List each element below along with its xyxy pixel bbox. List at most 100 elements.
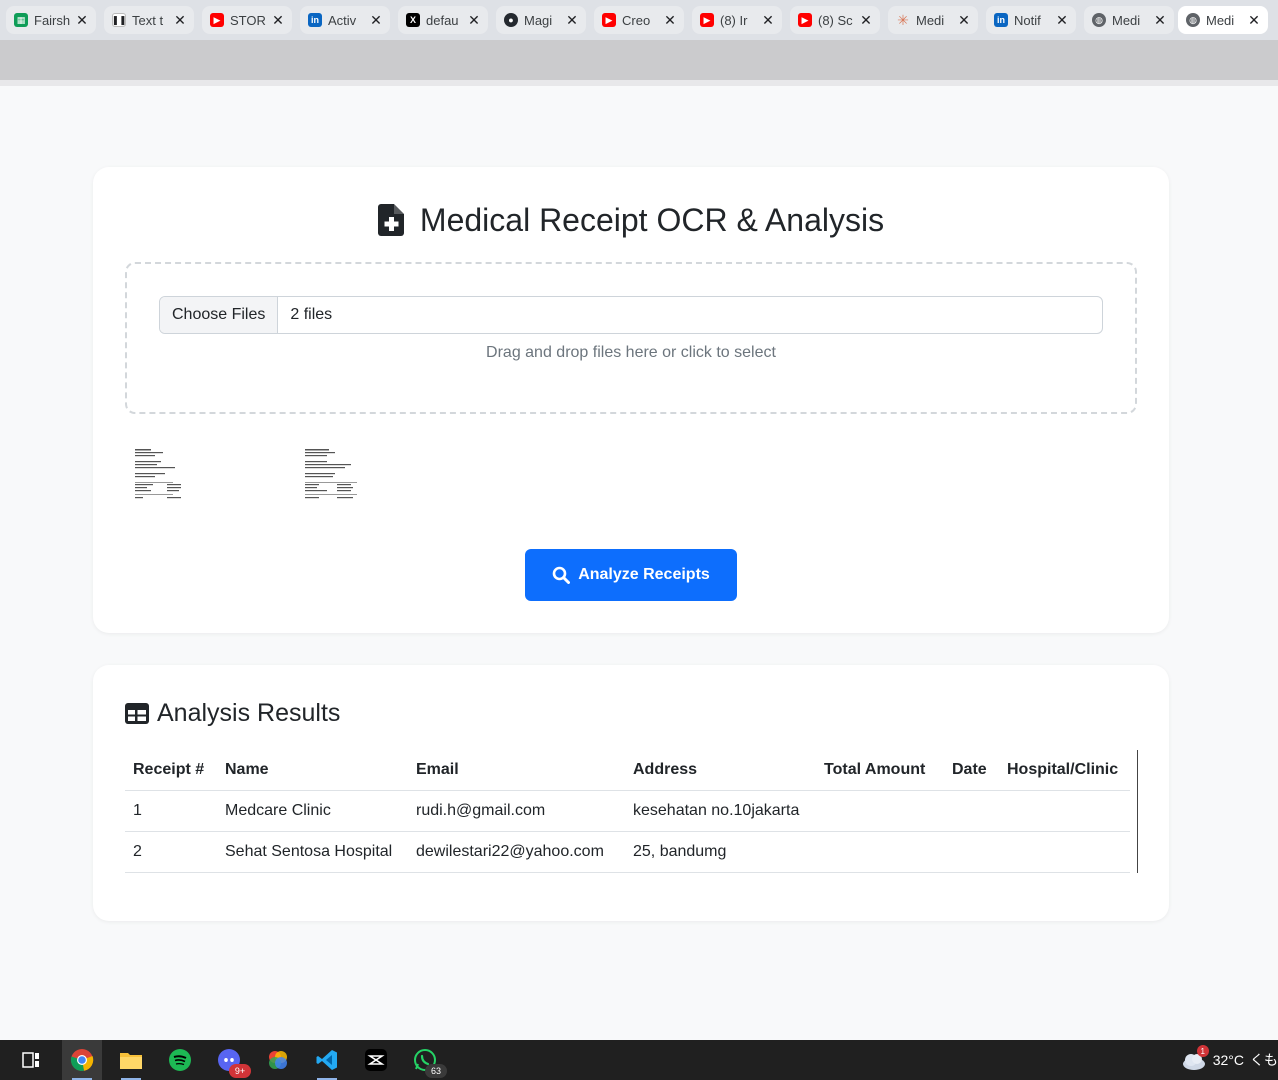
- tab-title: (8) Ir: [720, 12, 748, 28]
- column-header: Name: [217, 750, 408, 791]
- browser-tab[interactable]: in Notif ✕: [986, 6, 1076, 34]
- browser-tab[interactable]: ▶ Creo ✕: [594, 6, 684, 34]
- close-icon[interactable]: ✕: [174, 12, 186, 29]
- close-icon[interactable]: ✕: [468, 12, 480, 29]
- close-icon[interactable]: ✕: [1248, 12, 1260, 29]
- browser-toolbar: [0, 40, 1278, 86]
- table-cell: dewilestari22@yahoo.com: [408, 831, 625, 873]
- photos-icon[interactable]: [264, 1046, 292, 1074]
- system-tray[interactable]: 1 32°C くも: [1181, 1040, 1278, 1080]
- close-icon[interactable]: ✕: [1056, 12, 1068, 29]
- file-medical-icon: [377, 204, 404, 236]
- table-cell: 2: [125, 831, 217, 873]
- table-cell: [944, 790, 999, 832]
- youtube-icon: ▶: [602, 13, 616, 27]
- table-cell: [999, 831, 1130, 873]
- tab-title: Medi: [1112, 12, 1141, 28]
- close-icon[interactable]: ✕: [76, 12, 88, 29]
- receipt-thumbnail: [133, 447, 205, 517]
- browser-tab[interactable]: ◍ Medi ✕: [1084, 6, 1174, 34]
- file-count: 2 files: [290, 306, 333, 323]
- youtube-icon: ▶: [798, 13, 812, 27]
- search-icon: [552, 566, 571, 584]
- browser-tab[interactable]: X defau ✕: [398, 6, 488, 34]
- tab-title: Magi: [524, 12, 553, 28]
- close-icon[interactable]: ✕: [1154, 12, 1166, 29]
- browser-tab[interactable]: ❚❚ Text t ✕: [104, 6, 194, 34]
- whatsapp-badge: 63: [425, 1064, 447, 1078]
- close-icon[interactable]: ✕: [762, 12, 774, 29]
- close-icon[interactable]: ✕: [958, 12, 970, 29]
- file-explorer-icon[interactable]: [117, 1046, 145, 1074]
- table-icon: [125, 702, 149, 724]
- table-cell: [816, 831, 944, 873]
- discord-icon[interactable]: 9+: [215, 1046, 251, 1078]
- pause-icon: ❚❚: [112, 13, 126, 27]
- page-title: Medical Receipt OCR & Analysis: [419, 201, 885, 238]
- close-icon[interactable]: ✕: [566, 12, 578, 29]
- table-cell: rudi.h@gmail.com: [408, 790, 625, 832]
- close-icon[interactable]: ✕: [664, 12, 676, 29]
- weather-text: くも: [1250, 1052, 1278, 1068]
- results-title: Analysis Results: [157, 698, 341, 727]
- table-row: 1 Medcare Clinic rudi.h@gmail.com keseha…: [125, 790, 1130, 832]
- tab-title: STOR: [230, 12, 266, 28]
- browser-tab[interactable]: ✳ Medi ✕: [888, 6, 978, 34]
- task-view-icon[interactable]: [17, 1046, 45, 1074]
- browser-tab[interactable]: ▶ STOR ✕: [202, 6, 292, 34]
- taskbar: 9+ 63 1 32°C くも: [0, 1040, 1278, 1080]
- x-icon: X: [406, 13, 420, 27]
- tab-title: Fairsh: [34, 12, 71, 28]
- table-cell: [944, 831, 999, 873]
- browser-tab[interactable]: in Activ ✕: [300, 6, 390, 34]
- results-table: Receipt # Name Email Address Total Amoun…: [125, 750, 1130, 873]
- vscode-icon[interactable]: [313, 1046, 341, 1074]
- browser-tab[interactable]: ▶ (8) Ir ✕: [692, 6, 782, 34]
- globe-icon: ◍: [1186, 13, 1200, 27]
- weather-alert-badge: 1: [1196, 1045, 1209, 1057]
- table-cell: Medcare Clinic: [217, 790, 408, 832]
- browser-tab[interactable]: ● Magi ✕: [496, 6, 586, 34]
- tab-title: (8) Sc: [818, 12, 853, 28]
- analyze-receipts-button[interactable]: Analyze Receipts: [525, 549, 737, 601]
- drop-hint: Drag and drop files here or click to sel…: [486, 344, 776, 361]
- upload-card: Medical Receipt OCR & Analysis Choose Fi…: [93, 167, 1169, 633]
- youtube-icon: ▶: [210, 13, 224, 27]
- results-table-container[interactable]: Receipt # Name Email Address Total Amoun…: [125, 750, 1138, 873]
- drop-zone[interactable]: Choose Files 2 files Drag and drop files…: [125, 262, 1137, 414]
- tab-title: Activ: [328, 12, 357, 28]
- column-header: Receipt #: [125, 750, 217, 791]
- discord-badge: 9+: [229, 1064, 251, 1078]
- linkedin-icon: in: [994, 13, 1008, 27]
- globe-icon: ◍: [1092, 13, 1106, 27]
- whatsapp-icon[interactable]: 63: [411, 1046, 447, 1078]
- claude-icon: ✳: [897, 13, 909, 27]
- table-header-row: Receipt # Name Email Address Total Amoun…: [125, 750, 1130, 791]
- tab-title: Medi: [916, 12, 945, 28]
- tab-title: Medi: [1206, 12, 1235, 28]
- table-cell: 1: [125, 790, 217, 832]
- tab-title: Creo: [622, 12, 651, 28]
- close-icon[interactable]: ✕: [370, 12, 382, 29]
- capcut-icon[interactable]: [362, 1046, 390, 1074]
- spotify-icon[interactable]: [166, 1046, 194, 1074]
- choose-files-button[interactable]: Choose Files: [160, 297, 279, 333]
- column-header: Email: [408, 750, 625, 791]
- close-icon[interactable]: ✕: [860, 12, 872, 29]
- browser-tab-strip: ▦ Fairsh ✕ ❚❚ Text t ✕ ▶ STOR ✕ in Activ…: [0, 0, 1278, 40]
- linkedin-icon: in: [308, 13, 322, 27]
- browser-tab[interactable]: ▶ (8) Sc ✕: [790, 6, 880, 34]
- temperature: 32°C: [1212, 1052, 1244, 1068]
- table-cell: [999, 790, 1130, 832]
- browser-tab-active[interactable]: ◍ Medi ✕: [1178, 6, 1268, 34]
- table-row: 2 Sehat Sentosa Hospital dewilestari22@y…: [125, 831, 1130, 873]
- chrome-icon[interactable]: [68, 1046, 96, 1074]
- table-cell: Sehat Sentosa Hospital: [217, 831, 408, 873]
- receipt-thumbnail: [303, 447, 375, 517]
- close-icon[interactable]: ✕: [272, 12, 284, 29]
- tab-title: Text t: [132, 12, 164, 28]
- column-header: Hospital/Clinic: [999, 750, 1130, 791]
- browser-tab[interactable]: ▦ Fairsh ✕: [6, 6, 96, 34]
- analyze-button-label: Analyze Receipts: [578, 566, 710, 583]
- file-input[interactable]: Choose Files 2 files: [159, 296, 1103, 334]
